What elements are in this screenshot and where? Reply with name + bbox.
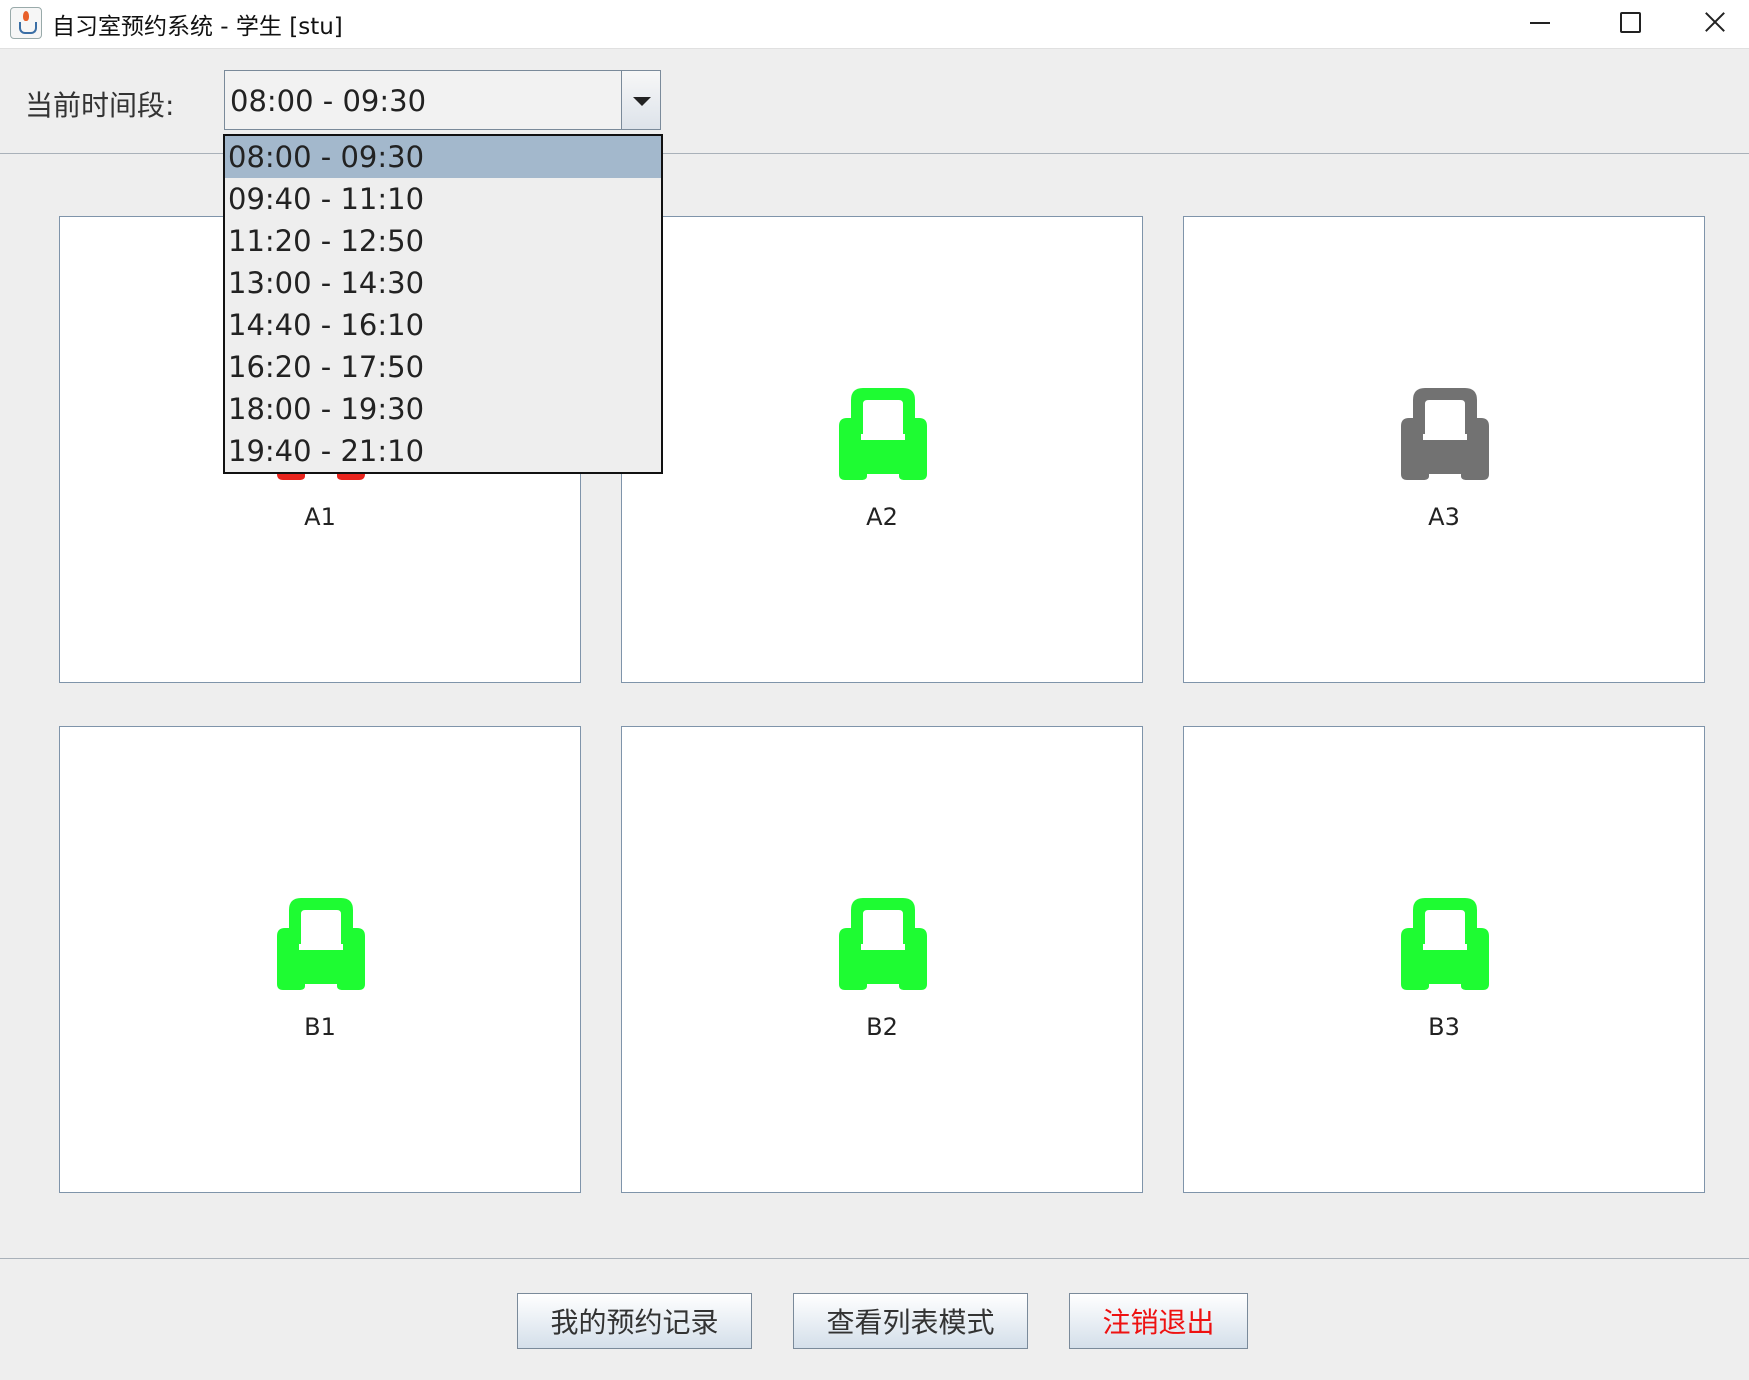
list-mode-button[interactable]: 查看列表模式 <box>793 1293 1028 1349</box>
period-option[interactable]: 11:20 - 12:50 <box>225 220 661 262</box>
room-label: A1 <box>304 503 336 531</box>
chair-icon <box>839 898 927 990</box>
room-label: A3 <box>1428 503 1460 531</box>
chair-icon <box>277 898 365 990</box>
period-selected-value: 08:00 - 09:30 <box>230 84 427 118</box>
chair-icon <box>839 388 927 480</box>
logout-button[interactable]: 注销退出 <box>1069 1293 1248 1349</box>
room-card-a3[interactable]: A3 <box>1183 216 1705 683</box>
room-label: A2 <box>866 503 898 531</box>
title-bar: 自习室预约系统 - 学生 [stu] <box>0 0 1749 49</box>
window-title: 自习室预约系统 - 学生 [stu] <box>52 14 343 40</box>
period-option[interactable]: 13:00 - 14:30 <box>225 262 661 304</box>
period-label: 当前时间段: <box>25 89 175 122</box>
chevron-down-icon[interactable] <box>621 71 660 129</box>
room-label: B1 <box>304 1013 336 1041</box>
period-option[interactable]: 19:40 - 21:10 <box>225 430 661 472</box>
room-card-b1[interactable]: B1 <box>59 726 581 1193</box>
minimize-icon[interactable] <box>1500 0 1580 44</box>
period-option[interactable]: 08:00 - 09:30 <box>225 136 661 178</box>
period-option[interactable]: 09:40 - 11:10 <box>225 178 661 220</box>
period-option[interactable]: 16:20 - 17:50 <box>225 346 661 388</box>
period-combobox[interactable]: 08:00 - 09:30 <box>224 70 661 130</box>
my-records-button[interactable]: 我的预约记录 <box>517 1293 752 1349</box>
room-label: B3 <box>1428 1013 1460 1041</box>
period-option[interactable]: 18:00 - 19:30 <box>225 388 661 430</box>
room-card-b2[interactable]: B2 <box>621 726 1143 1193</box>
chair-icon <box>1401 898 1489 990</box>
java-cup-icon <box>10 7 42 39</box>
maximize-icon[interactable] <box>1590 0 1670 44</box>
period-dropdown-list[interactable]: 08:00 - 09:30 09:40 - 11:10 11:20 - 12:5… <box>223 134 663 474</box>
period-option[interactable]: 14:40 - 16:10 <box>225 304 661 346</box>
bottom-divider <box>0 1258 1749 1259</box>
room-card-a2[interactable]: A2 <box>621 216 1143 683</box>
room-label: B2 <box>866 1013 898 1041</box>
chair-icon <box>1401 388 1489 480</box>
close-icon[interactable] <box>1680 0 1749 44</box>
room-card-b3[interactable]: B3 <box>1183 726 1705 1193</box>
